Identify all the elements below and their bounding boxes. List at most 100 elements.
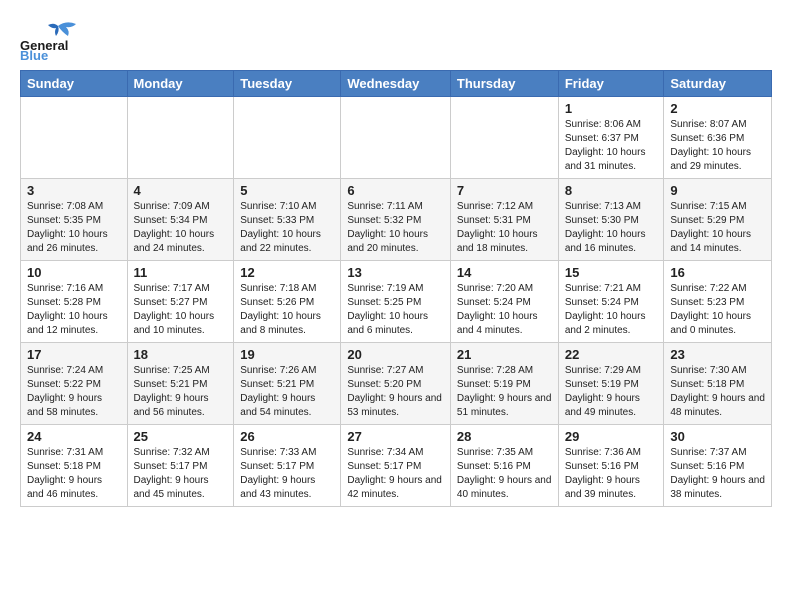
day-cell: 15 Sunrise: 7:21 AM Sunset: 5:24 PM Dayli… — [558, 261, 664, 343]
day-number: 30 — [670, 429, 765, 444]
day-info: Sunrise: 8:06 AM Sunset: 6:37 PM Dayligh… — [565, 118, 658, 174]
day-number: 5 — [240, 183, 334, 198]
day-number: 16 — [670, 265, 765, 280]
day-number: 25 — [134, 429, 228, 444]
day-info: Sunrise: 7:34 AM Sunset: 5:17 PM Dayligh… — [347, 446, 444, 502]
day-cell: 16 Sunrise: 7:22 AM Sunset: 5:23 PM Dayli… — [664, 261, 772, 343]
logo: General Blue — [20, 16, 100, 60]
day-info: Sunrise: 7:13 AM Sunset: 5:30 PM Dayligh… — [565, 200, 658, 256]
day-number: 21 — [457, 347, 552, 362]
day-cell: 11Sunrise: 7:17 AM Sunset: 5:27 PM Dayli… — [127, 261, 234, 343]
day-number: 23 — [670, 347, 765, 362]
weekday-header-wednesday: Wednesday — [341, 71, 451, 97]
day-cell: 25Sunrise: 7:32 AM Sunset: 5:17 PM Dayli… — [127, 425, 234, 507]
day-cell: 9 Sunrise: 7:15 AM Sunset: 5:29 PM Daylig… — [664, 179, 772, 261]
day-info: Sunrise: 7:25 AM Sunset: 5:21 PM Dayligh… — [134, 364, 228, 420]
day-number: 1 — [565, 101, 658, 116]
weekday-header-tuesday: Tuesday — [234, 71, 341, 97]
day-cell — [450, 97, 558, 179]
week-row-3: 10 Sunrise: 7:16 AM Sunset: 5:28 PM Dayli… — [21, 261, 772, 343]
day-info: Sunrise: 7:30 AM Sunset: 5:18 PM Dayligh… — [670, 364, 765, 420]
day-number: 9 — [670, 183, 765, 198]
day-cell: 17 Sunrise: 7:24 AM Sunset: 5:22 PM Dayli… — [21, 343, 128, 425]
week-row-1: 1 Sunrise: 8:06 AM Sunset: 6:37 PM Daylig… — [21, 97, 772, 179]
day-number: 28 — [457, 429, 552, 444]
day-info: Sunrise: 7:33 AM Sunset: 5:17 PM Dayligh… — [240, 446, 334, 502]
day-info: Sunrise: 7:08 AM Sunset: 5:35 PM Dayligh… — [27, 200, 121, 256]
day-info: Sunrise: 7:09 AM Sunset: 5:34 PM Dayligh… — [134, 200, 228, 256]
day-info: Sunrise: 7:21 AM Sunset: 5:24 PM Dayligh… — [565, 282, 658, 338]
day-number: 4 — [134, 183, 228, 198]
day-number: 10 — [27, 265, 121, 280]
day-cell: 1 Sunrise: 8:06 AM Sunset: 6:37 PM Daylig… — [558, 97, 664, 179]
day-cell: 19 Sunrise: 7:26 AM Sunset: 5:21 PM Dayli… — [234, 343, 341, 425]
day-cell: 8 Sunrise: 7:13 AM Sunset: 5:30 PM Daylig… — [558, 179, 664, 261]
day-cell: 5 Sunrise: 7:10 AM Sunset: 5:33 PM Daylig… — [234, 179, 341, 261]
day-info: Sunrise: 7:35 AM Sunset: 5:16 PM Dayligh… — [457, 446, 552, 502]
day-cell — [341, 97, 451, 179]
day-info: Sunrise: 7:16 AM Sunset: 5:28 PM Dayligh… — [27, 282, 121, 338]
day-cell: 27 Sunrise: 7:34 AM Sunset: 5:17 PM Dayli… — [341, 425, 451, 507]
day-info: Sunrise: 7:36 AM Sunset: 5:16 PM Dayligh… — [565, 446, 658, 502]
day-number: 24 — [27, 429, 121, 444]
day-cell: 13 Sunrise: 7:19 AM Sunset: 5:25 PM Dayli… — [341, 261, 451, 343]
day-number: 19 — [240, 347, 334, 362]
day-cell — [21, 97, 128, 179]
day-number: 18 — [134, 347, 228, 362]
day-cell: 14 Sunrise: 7:20 AM Sunset: 5:24 PM Dayli… — [450, 261, 558, 343]
day-cell: 7 Sunrise: 7:12 AM Sunset: 5:31 PM Daylig… — [450, 179, 558, 261]
logo-icon: General Blue — [20, 16, 100, 60]
week-row-5: 24 Sunrise: 7:31 AM Sunset: 5:18 PM Dayli… — [21, 425, 772, 507]
day-cell: 30Sunrise: 7:37 AM Sunset: 5:16 PM Dayli… — [664, 425, 772, 507]
day-number: 27 — [347, 429, 444, 444]
day-number: 11 — [134, 265, 228, 280]
day-number: 20 — [347, 347, 444, 362]
weekday-header-row: SundayMondayTuesdayWednesdayThursdayFrid… — [21, 71, 772, 97]
day-info: Sunrise: 7:10 AM Sunset: 5:33 PM Dayligh… — [240, 200, 334, 256]
day-number: 7 — [457, 183, 552, 198]
day-info: Sunrise: 7:18 AM Sunset: 5:26 PM Dayligh… — [240, 282, 334, 338]
weekday-header-thursday: Thursday — [450, 71, 558, 97]
day-info: Sunrise: 7:12 AM Sunset: 5:31 PM Dayligh… — [457, 200, 552, 256]
weekday-header-monday: Monday — [127, 71, 234, 97]
day-info: Sunrise: 7:15 AM Sunset: 5:29 PM Dayligh… — [670, 200, 765, 256]
day-info: Sunrise: 7:11 AM Sunset: 5:32 PM Dayligh… — [347, 200, 444, 256]
week-row-2: 3 Sunrise: 7:08 AM Sunset: 5:35 PM Daylig… — [21, 179, 772, 261]
day-number: 17 — [27, 347, 121, 362]
day-number: 15 — [565, 265, 658, 280]
day-cell — [234, 97, 341, 179]
day-number: 12 — [240, 265, 334, 280]
day-number: 13 — [347, 265, 444, 280]
day-cell: 12 Sunrise: 7:18 AM Sunset: 5:26 PM Dayli… — [234, 261, 341, 343]
day-cell: 6Sunrise: 7:11 AM Sunset: 5:32 PM Daylig… — [341, 179, 451, 261]
header: General Blue — [20, 16, 772, 60]
day-cell: 29 Sunrise: 7:36 AM Sunset: 5:16 PM Dayli… — [558, 425, 664, 507]
weekday-header-saturday: Saturday — [664, 71, 772, 97]
day-number: 26 — [240, 429, 334, 444]
day-cell: 22Sunrise: 7:29 AM Sunset: 5:19 PM Dayli… — [558, 343, 664, 425]
day-info: Sunrise: 7:19 AM Sunset: 5:25 PM Dayligh… — [347, 282, 444, 338]
day-info: Sunrise: 7:26 AM Sunset: 5:21 PM Dayligh… — [240, 364, 334, 420]
day-info: Sunrise: 7:27 AM Sunset: 5:20 PM Dayligh… — [347, 364, 444, 420]
weekday-header-friday: Friday — [558, 71, 664, 97]
day-number: 29 — [565, 429, 658, 444]
day-info: Sunrise: 7:31 AM Sunset: 5:18 PM Dayligh… — [27, 446, 121, 502]
day-cell: 26 Sunrise: 7:33 AM Sunset: 5:17 PM Dayli… — [234, 425, 341, 507]
day-info: Sunrise: 7:24 AM Sunset: 5:22 PM Dayligh… — [27, 364, 121, 420]
day-info: Sunrise: 7:28 AM Sunset: 5:19 PM Dayligh… — [457, 364, 552, 420]
day-cell — [127, 97, 234, 179]
day-number: 3 — [27, 183, 121, 198]
day-number: 8 — [565, 183, 658, 198]
day-info: Sunrise: 7:20 AM Sunset: 5:24 PM Dayligh… — [457, 282, 552, 338]
day-cell: 3 Sunrise: 7:08 AM Sunset: 5:35 PM Daylig… — [21, 179, 128, 261]
week-row-4: 17 Sunrise: 7:24 AM Sunset: 5:22 PM Dayli… — [21, 343, 772, 425]
day-cell: 21 Sunrise: 7:28 AM Sunset: 5:19 PM Dayli… — [450, 343, 558, 425]
day-cell: 20 Sunrise: 7:27 AM Sunset: 5:20 PM Dayli… — [341, 343, 451, 425]
day-info: Sunrise: 7:29 AM Sunset: 5:19 PM Dayligh… — [565, 364, 658, 420]
day-cell: 28 Sunrise: 7:35 AM Sunset: 5:16 PM Dayli… — [450, 425, 558, 507]
day-info: Sunrise: 8:07 AM Sunset: 6:36 PM Dayligh… — [670, 118, 765, 174]
day-cell: 23 Sunrise: 7:30 AM Sunset: 5:18 PM Dayli… — [664, 343, 772, 425]
day-info: Sunrise: 7:22 AM Sunset: 5:23 PM Dayligh… — [670, 282, 765, 338]
day-number: 14 — [457, 265, 552, 280]
day-cell: 2Sunrise: 8:07 AM Sunset: 6:36 PM Daylig… — [664, 97, 772, 179]
